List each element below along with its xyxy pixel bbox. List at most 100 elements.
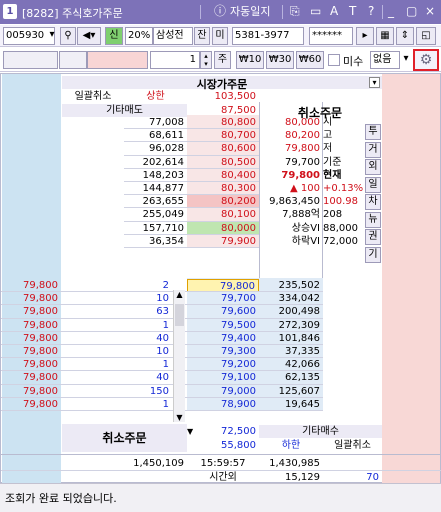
- ask-price[interactable]: 80,100: [187, 208, 259, 221]
- bid-price[interactable]: 79,200: [187, 358, 259, 371]
- side-tab[interactable]: 외: [365, 159, 381, 175]
- font-icon[interactable]: A: [330, 4, 338, 19]
- info-value: 하락VI: [291, 235, 320, 247]
- bid-price[interactable]: 79,600: [187, 305, 259, 318]
- blank-field-3[interactable]: [87, 51, 148, 69]
- lower-limit-price: 55,800: [221, 440, 256, 451]
- unpaid-label: 미수: [343, 55, 364, 68]
- ask-price[interactable]: 80,700: [187, 129, 259, 142]
- ask-price[interactable]: 80,600: [187, 142, 259, 155]
- price-10-button[interactable]: ₩10: [236, 51, 264, 69]
- ask-price[interactable]: 80,400: [187, 169, 259, 182]
- quantity-stepper[interactable]: ▴ ▾: [200, 51, 212, 69]
- scroll-down-icon[interactable]: ▼: [174, 413, 185, 422]
- stock-name: 삼성전: [153, 27, 193, 45]
- side-tab[interactable]: 기: [365, 246, 381, 263]
- quantity-input[interactable]: 1: [150, 51, 200, 69]
- select-dropdown-icon[interactable]: ▾: [400, 51, 412, 69]
- maximize-icon[interactable]: ▢: [406, 4, 417, 19]
- password-input[interactable]: ******: [309, 27, 353, 45]
- unfilled-button[interactable]: 미: [212, 27, 228, 45]
- popout-icon[interactable]: ◱: [416, 27, 436, 45]
- link-icon[interactable]: ⎘: [290, 4, 300, 19]
- info-label: 시: [323, 117, 333, 128]
- other-buy-button[interactable]: 기타매수: [259, 425, 382, 439]
- grid-icon[interactable]: ▦: [376, 27, 394, 45]
- status-message: 조회가 완료 되었습니다.: [5, 492, 117, 505]
- scrollbar[interactable]: ▲ ▼: [173, 290, 185, 422]
- bid-order-price[interactable]: 79,800: [2, 292, 61, 305]
- bid-order-price[interactable]: 79,800: [2, 398, 61, 411]
- window-number: 1: [3, 4, 17, 19]
- bid-price[interactable]: 79,500: [187, 319, 259, 332]
- close-icon[interactable]: ×: [425, 4, 435, 19]
- blank-field-2[interactable]: [59, 51, 87, 69]
- side-tab[interactable]: 차: [365, 194, 381, 210]
- bid-count: 63: [156, 306, 169, 318]
- bid-order-price[interactable]: 79,800: [2, 332, 61, 345]
- info-label: 88,000: [323, 222, 358, 234]
- updown-icon[interactable]: ⇕: [396, 27, 414, 45]
- text-icon[interactable]: T: [349, 4, 356, 19]
- auto-journal-button[interactable]: 자동일지: [230, 4, 270, 19]
- ask-price[interactable]: 80,500: [187, 156, 259, 169]
- bid-order-price[interactable]: 79,800: [2, 319, 61, 332]
- server-time: 15:59:57: [200, 458, 246, 469]
- side-tab[interactable]: 거: [365, 141, 381, 158]
- bid-order-price[interactable]: 79,800: [2, 385, 61, 398]
- bid-price[interactable]: 79,000: [187, 385, 259, 398]
- play-icon[interactable]: ▸: [356, 27, 374, 45]
- account-select[interactable]: 5381-3977: [232, 27, 304, 45]
- price-60-button[interactable]: ₩60: [296, 51, 324, 69]
- cancel-order-bottom[interactable]: 취소주문: [62, 424, 187, 452]
- bid-count: 10: [156, 293, 169, 305]
- total-bid-qty: 1,430,985: [269, 458, 320, 469]
- gear-icon[interactable]: ⚙: [413, 49, 439, 71]
- order-type-select[interactable]: 없음: [370, 51, 400, 69]
- unit-label: 주: [214, 51, 231, 69]
- ask-price[interactable]: 79,900: [187, 235, 259, 248]
- ask-qty: 148,203: [142, 169, 184, 181]
- scroll-up-icon[interactable]: ▲: [174, 290, 185, 299]
- bid-count: 40: [156, 372, 169, 384]
- blank-field-1[interactable]: [3, 51, 58, 69]
- frame-icon[interactable]: ▭: [310, 4, 321, 19]
- help-icon[interactable]: ?: [368, 4, 374, 19]
- order-toolbar: 1 ▴ ▾ 주 ₩10 ₩30 ₩60 미수 없음 ▾: [0, 48, 441, 72]
- speaker-icon[interactable]: ◀▾: [77, 27, 101, 45]
- bulk-cancel-button[interactable]: 일괄취소: [62, 90, 124, 103]
- total-ask-qty: 1,450,109: [133, 458, 184, 469]
- search-icon[interactable]: ⚲: [60, 27, 76, 45]
- side-tab[interactable]: 권: [365, 229, 381, 245]
- bid-price[interactable]: 79,700: [187, 292, 259, 305]
- market-order-header[interactable]: 시장가주문: [62, 76, 382, 91]
- price-30-button[interactable]: ₩30: [266, 51, 294, 69]
- bulk-cancel-bottom[interactable]: 일괄취소: [323, 439, 382, 452]
- bid-price[interactable]: 79,100: [187, 371, 259, 384]
- scroll-thumb[interactable]: [175, 304, 184, 326]
- right-order-column[interactable]: [382, 74, 440, 497]
- bid-qty: 19,645: [285, 398, 320, 410]
- info-value: 7,888억: [282, 209, 320, 221]
- bid-price[interactable]: 79,400: [187, 332, 259, 345]
- header-dropdown-icon[interactable]: ▾: [369, 77, 380, 88]
- bid-order-price[interactable]: 79,800: [2, 305, 61, 318]
- bid-qty: 200,498: [278, 306, 320, 318]
- balance-button[interactable]: 잔: [194, 27, 210, 45]
- stock-toolbar: 005930 ▾ ⚲ ◀▾ 신 20% 삼성전 잔 미 5381-3977 **…: [0, 25, 441, 47]
- bid-order-price[interactable]: 79,800: [2, 371, 61, 384]
- side-tab[interactable]: 투: [365, 124, 381, 140]
- side-tab[interactable]: 뉴: [365, 211, 381, 228]
- bid-order-price[interactable]: 79,800: [2, 358, 61, 371]
- ask-price[interactable]: 80,000: [187, 221, 259, 235]
- unpaid-checkbox[interactable]: [328, 54, 340, 66]
- info-value: 80,200: [285, 130, 320, 142]
- minimize-icon[interactable]: _: [388, 4, 394, 19]
- code-dropdown-icon[interactable]: ▾: [46, 27, 58, 45]
- bid-qty: 272,309: [278, 319, 320, 331]
- ask-price[interactable]: 80,200: [187, 195, 259, 209]
- credit-button[interactable]: 신: [105, 27, 123, 45]
- bid-price[interactable]: 78,900: [187, 398, 259, 411]
- side-tab[interactable]: 일: [365, 176, 381, 193]
- info-icon[interactable]: ⓘ: [214, 4, 226, 19]
